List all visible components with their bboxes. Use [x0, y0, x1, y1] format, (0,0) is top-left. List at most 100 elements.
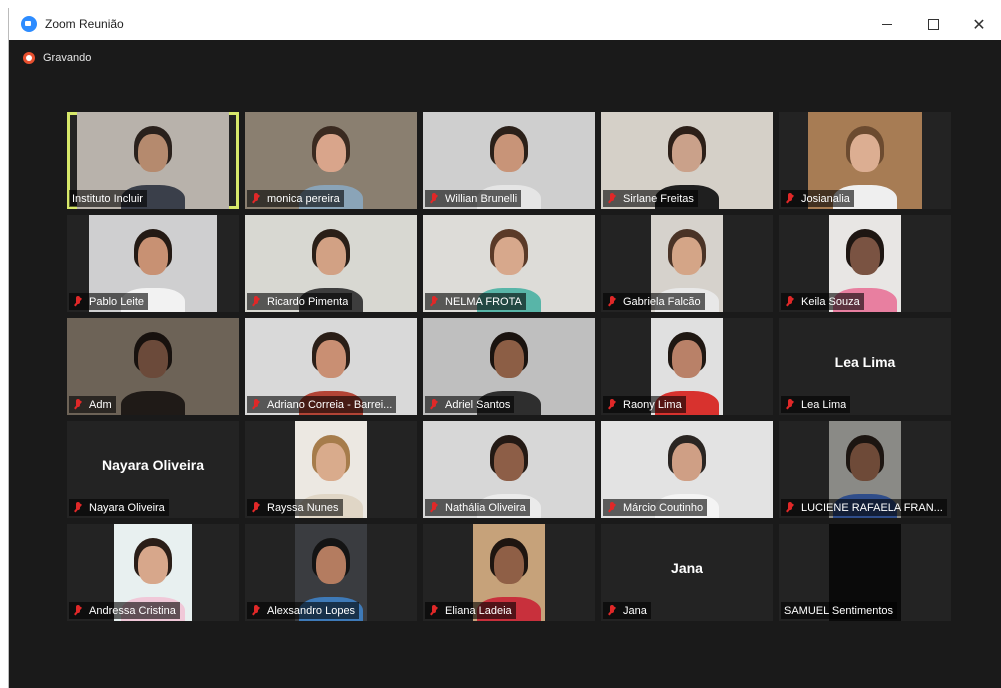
participant-name: NELMA FROTA: [445, 295, 522, 308]
mic-muted-icon: [428, 604, 440, 617]
zoom-window: Zoom Reunião ✕ Gravando Instituto Inclui…: [8, 8, 1001, 688]
mic-muted-icon: [606, 604, 618, 617]
participant-tile[interactable]: Lea Lima Lea Lima: [779, 318, 951, 415]
maximize-button[interactable]: [910, 8, 956, 40]
participant-display-name: Jana: [671, 560, 703, 576]
participant-tile[interactable]: Márcio Coutinho: [601, 421, 773, 518]
participant-tile[interactable]: monica pereira: [245, 112, 417, 209]
participant-tile[interactable]: Josianalia: [779, 112, 951, 209]
mic-muted-icon: [784, 398, 796, 411]
participant-name: Adriano Correia - Barrei...: [267, 398, 393, 411]
participant-name-label: Adriano Correia - Barrei...: [247, 396, 397, 413]
mic-muted-icon: [250, 604, 262, 617]
mic-muted-icon: [428, 398, 440, 411]
window-controls: ✕: [864, 8, 1001, 40]
participant-name-label: SAMUEL Sentimentos: [781, 602, 898, 619]
participant-tile[interactable]: Rayssa Nunes: [245, 421, 417, 518]
participant-name: Nathália Oliveira: [445, 501, 526, 514]
participant-tile[interactable]: Gabriela Falcão: [601, 215, 773, 312]
participant-name: Lea Lima: [801, 398, 847, 411]
participant-name: Rayssa Nunes: [267, 501, 339, 514]
participant-tile[interactable]: Adriel Santos: [423, 318, 595, 415]
participant-name-label: Nayara Oliveira: [69, 499, 169, 516]
mic-muted-icon: [72, 604, 84, 617]
participant-name: Nayara Oliveira: [89, 501, 165, 514]
participant-tile[interactable]: Alexsandro Lopes: [245, 524, 417, 621]
participant-name: LUCIENE RAFAELA FRAN...: [801, 501, 943, 514]
participant-name-label: Raony Lima: [603, 396, 686, 413]
mic-muted-icon: [784, 501, 796, 514]
zoom-icon: [21, 16, 37, 32]
participant-name: Alexsandro Lopes: [267, 604, 356, 617]
participant-name-label: Instituto Incluir: [69, 190, 147, 207]
participant-name-label: Keila Souza: [781, 293, 864, 310]
mic-muted-icon: [606, 501, 618, 514]
participant-name: Jana: [623, 604, 647, 617]
participant-name: Ricardo Pimenta: [267, 295, 349, 308]
mic-muted-icon: [606, 398, 618, 411]
mic-muted-icon: [428, 295, 440, 308]
mic-muted-icon: [72, 398, 84, 411]
participant-name-label: LUCIENE RAFAELA FRAN...: [781, 499, 947, 516]
participant-name: Raony Lima: [623, 398, 682, 411]
participant-name: monica pereira: [267, 192, 340, 205]
participant-tile[interactable]: LUCIENE RAFAELA FRAN...: [779, 421, 951, 518]
participant-tile[interactable]: Andressa Cristina: [67, 524, 239, 621]
participant-name-label: Rayssa Nunes: [247, 499, 343, 516]
participant-tile[interactable]: Sirlane Freitas: [601, 112, 773, 209]
participant-name: Adriel Santos: [445, 398, 511, 411]
recording-indicator[interactable]: Gravando: [23, 52, 91, 64]
close-button[interactable]: ✕: [956, 8, 1001, 40]
participant-name: Andressa Cristina: [89, 604, 176, 617]
participant-name-label: Nathália Oliveira: [425, 499, 530, 516]
participant-name-label: Andressa Cristina: [69, 602, 180, 619]
gallery-grid: Instituto Incluir monica pereira Willian B…: [67, 112, 951, 622]
participant-name-label: Willian Brunelli: [425, 190, 522, 207]
participant-tile[interactable]: Jana Jana: [601, 524, 773, 621]
minimize-button[interactable]: [864, 8, 910, 40]
participant-name-label: Josianalia: [781, 190, 854, 207]
participant-tile[interactable]: Pablo Leite: [67, 215, 239, 312]
mic-muted-icon: [250, 192, 262, 205]
participant-display-name: Nayara Oliveira: [102, 457, 204, 473]
mic-muted-icon: [250, 295, 262, 308]
participant-name: Keila Souza: [801, 295, 860, 308]
mic-muted-icon: [606, 295, 618, 308]
mic-muted-icon: [72, 501, 84, 514]
participant-name: Gabriela Falcão: [623, 295, 701, 308]
participant-tile[interactable]: Instituto Incluir: [67, 112, 239, 209]
participant-tile[interactable]: Adm: [67, 318, 239, 415]
participant-tile[interactable]: Nathália Oliveira: [423, 421, 595, 518]
mic-muted-icon: [250, 398, 262, 411]
participant-tile[interactable]: Willian Brunelli: [423, 112, 595, 209]
mic-muted-icon: [250, 501, 262, 514]
participant-name-label: Lea Lima: [781, 396, 851, 413]
participant-tile[interactable]: NELMA FROTA: [423, 215, 595, 312]
title-bar: Zoom Reunião ✕: [9, 8, 1001, 40]
participant-name-label: Jana: [603, 602, 651, 619]
participant-tile[interactable]: Eliana Ladeia: [423, 524, 595, 621]
participant-tile[interactable]: Adriano Correia - Barrei...: [245, 318, 417, 415]
participant-name: Sirlane Freitas: [623, 192, 694, 205]
participant-name: Josianalia: [801, 192, 850, 205]
mic-muted-icon: [428, 501, 440, 514]
participant-name-label: Eliana Ladeia: [425, 602, 516, 619]
participant-name-label: Ricardo Pimenta: [247, 293, 353, 310]
participant-name-label: Sirlane Freitas: [603, 190, 698, 207]
participant-tile[interactable]: Raony Lima: [601, 318, 773, 415]
participant-display-name: Lea Lima: [834, 354, 896, 370]
participant-name: Márcio Coutinho: [623, 501, 704, 514]
recording-icon: [23, 52, 35, 64]
participant-tile[interactable]: Keila Souza: [779, 215, 951, 312]
participant-name-label: Márcio Coutinho: [603, 499, 708, 516]
participant-name-label: Gabriela Falcão: [603, 293, 705, 310]
mic-muted-icon: [784, 192, 796, 205]
mic-muted-icon: [606, 192, 618, 205]
participant-tile[interactable]: Nayara Oliveira Nayara Oliveira: [67, 421, 239, 518]
participant-name-label: NELMA FROTA: [425, 293, 526, 310]
participant-name: Instituto Incluir: [72, 192, 143, 205]
participant-name-label: Pablo Leite: [69, 293, 149, 310]
participant-tile[interactable]: SAMUEL Sentimentos: [779, 524, 951, 621]
participant-tile[interactable]: Ricardo Pimenta: [245, 215, 417, 312]
participant-name: Eliana Ladeia: [445, 604, 512, 617]
